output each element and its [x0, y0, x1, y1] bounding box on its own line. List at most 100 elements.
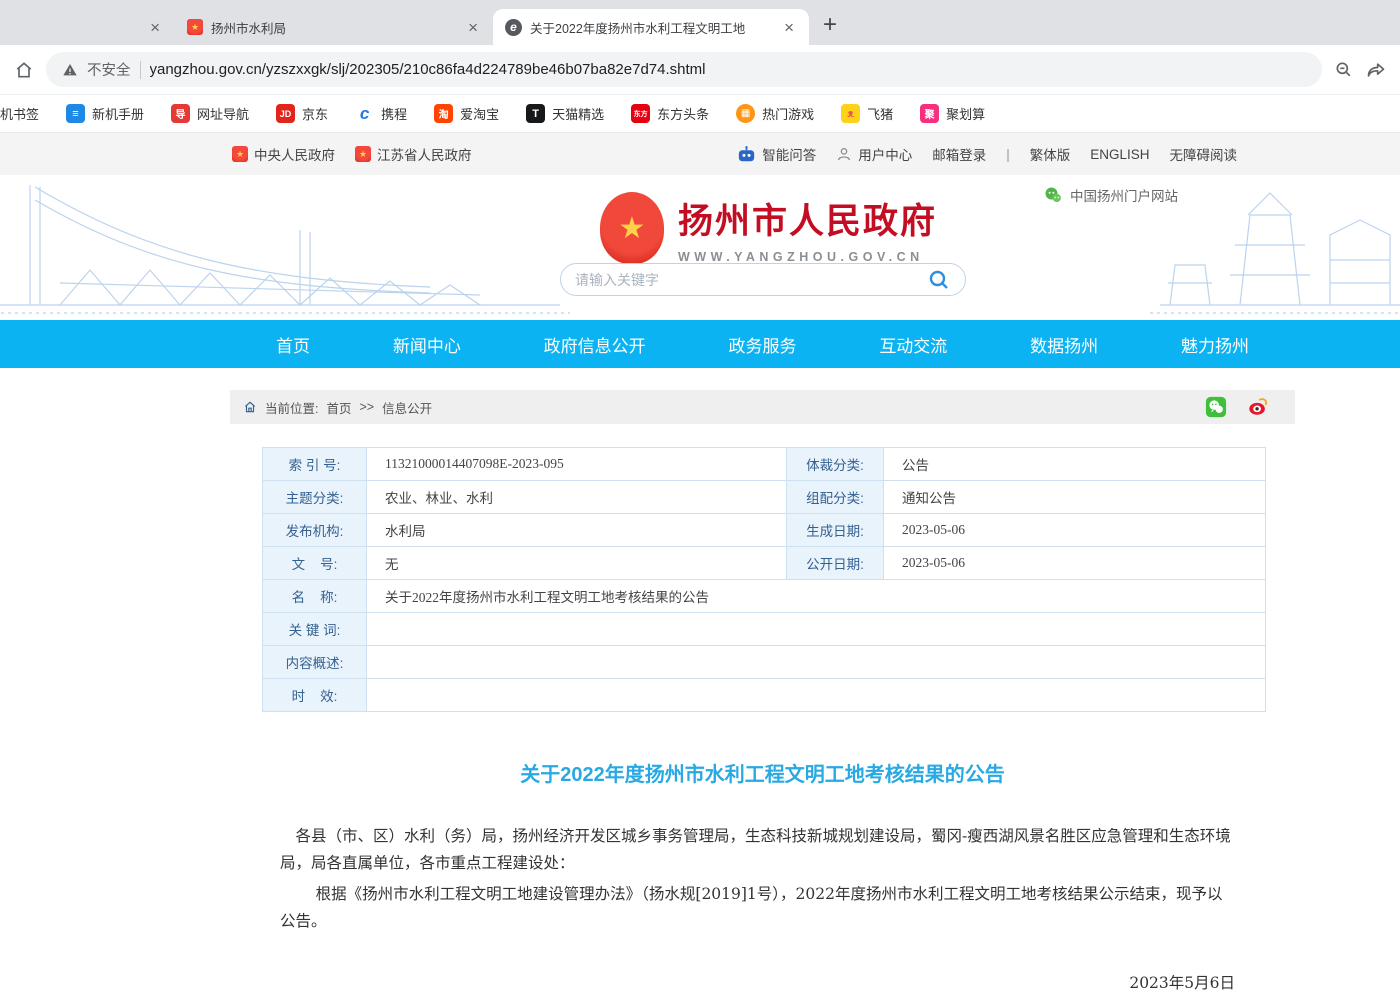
content-container: 当前位置: 首页 >> 信息公开 索 引 号: 1132100001440709…: [230, 390, 1295, 997]
bookmark-label: 网址导航: [197, 104, 249, 123]
bookmark-jd[interactable]: JD 京东: [276, 104, 328, 123]
meta-label: 名 称:: [263, 580, 367, 613]
nav-home[interactable]: 首页: [276, 332, 310, 357]
smart-qa-link[interactable]: 智能问答: [737, 144, 816, 164]
tab-strip: × ★ 扬州市水利局 × e 关于2022年度扬州市水利工程文明工地 × +: [0, 0, 1400, 45]
search-icon[interactable]: [927, 268, 951, 292]
weibo-share-icon[interactable]: [1247, 396, 1269, 418]
warning-icon[interactable]: [62, 62, 78, 78]
table-row: 文 号: 无 公开日期: 2023-05-06: [263, 547, 1266, 580]
bookmark-hot-games[interactable]: ▦ 热门游戏: [736, 104, 814, 123]
bookmark-tmall[interactable]: T 天猫精选: [526, 104, 604, 123]
bookmark-fliggy[interactable]: ᴥ 飞猪: [841, 104, 893, 123]
url-text[interactable]: yangzhou.gov.cn/yzszxxgk/slj/202305/210c…: [150, 61, 706, 78]
nav-charm-yangzhou[interactable]: 魅力扬州: [1181, 332, 1249, 357]
table-row: 索 引 号: 11321000014407098E-2023-095 体裁分类:…: [263, 448, 1266, 481]
navigation-icon: 导: [171, 104, 190, 123]
link-central-government[interactable]: ★ 中央人民政府: [232, 144, 335, 164]
tab-announcement-active[interactable]: e 关于2022年度扬州市水利工程文明工地 ×: [493, 9, 809, 45]
english-link[interactable]: ENGLISH: [1090, 147, 1149, 162]
gov-emblem-favicon: ★: [187, 19, 203, 35]
nav-gov-services[interactable]: 政务服务: [728, 332, 796, 357]
document-meta-table: 索 引 号: 11321000014407098E-2023-095 体裁分类:…: [262, 447, 1266, 712]
share-icon[interactable]: [1366, 60, 1386, 80]
portal-label: 中国扬州门户网站: [1070, 185, 1178, 205]
meta-label: 生成日期:: [787, 514, 884, 547]
robot-icon: [737, 146, 756, 163]
gov-link-label: 智能问答: [762, 144, 816, 164]
table-row: 主题分类: 农业、林业、水利 组配分类: 通知公告: [263, 481, 1266, 514]
close-icon[interactable]: ×: [781, 19, 797, 36]
table-row: 发布机构: 水利局 生成日期: 2023-05-06: [263, 514, 1266, 547]
article-title: 关于2022年度扬州市水利工程文明工地考核结果的公告: [230, 758, 1295, 787]
meta-value: 2023-05-06: [884, 514, 1266, 547]
home-icon[interactable]: [14, 60, 34, 80]
nav-gov-info-disclosure[interactable]: 政府信息公开: [544, 332, 646, 357]
bookmark-new-device-manual[interactable]: ≡ 新机手册: [66, 104, 144, 123]
bookmark-label: 机书签: [0, 104, 39, 123]
meta-value: 11321000014407098E-2023-095: [367, 448, 787, 481]
bookmark-label: 爱淘宝: [460, 104, 499, 123]
site-url-caption: WWW.YANGZHOU.GOV.CN: [678, 250, 937, 264]
nav-data-yangzhou[interactable]: 数据扬州: [1030, 332, 1098, 357]
table-row: 关 键 词:: [263, 613, 1266, 646]
bookmark-site-navigation[interactable]: 导 网址导航: [171, 104, 249, 123]
bookmark-aitaobao[interactable]: 淘 爱淘宝: [434, 104, 499, 123]
breadcrumb: 当前位置: 首页 >> 信息公开: [230, 390, 1295, 424]
tab-yangzhou-water-bureau[interactable]: ★ 扬州市水利局 ×: [175, 9, 493, 45]
breadcrumb-home-icon: [243, 400, 257, 414]
manual-icon: ≡: [66, 104, 85, 123]
game-icon: ▦: [736, 104, 755, 123]
portal-tag[interactable]: 中国扬州门户网站: [1044, 185, 1178, 205]
accessibility-link[interactable]: 无障碍阅读: [1170, 144, 1238, 164]
breadcrumb-current[interactable]: 信息公开: [382, 398, 432, 417]
site-logo[interactable]: ★ 扬州市人民政府 WWW.YANGZHOU.GOV.CN: [600, 192, 937, 264]
zoom-out-icon[interactable]: [1334, 60, 1354, 80]
bookmark-label: 聚划算: [946, 104, 985, 123]
tab-partial[interactable]: ×: [0, 9, 175, 45]
meta-value: [367, 646, 1266, 679]
article-paragraph: 根据《扬州市水利工程文明工地建设管理办法》（扬水规[2019]1号），2022年…: [280, 881, 1235, 935]
mail-login-link[interactable]: 邮箱登录: [932, 144, 986, 164]
fliggy-pig-icon: ᴥ: [841, 104, 860, 123]
traditional-chinese-link[interactable]: 繁体版: [1030, 144, 1071, 164]
nav-interaction[interactable]: 互动交流: [879, 332, 947, 357]
link-jiangsu-government[interactable]: ★ 江苏省人民政府: [355, 144, 472, 164]
juhuasuan-icon: 聚: [920, 104, 939, 123]
meta-label: 发布机构:: [263, 514, 367, 547]
bookmark-juhuasuan[interactable]: 聚 聚划算: [920, 104, 985, 123]
taobao-icon: 淘: [434, 104, 453, 123]
eastday-icon: 东方: [631, 104, 650, 123]
url-bar[interactable]: 不安全 yangzhou.gov.cn/yzszxxgk/slj/202305/…: [46, 52, 1322, 87]
browser-toolbar: 不安全 yangzhou.gov.cn/yzszxxgk/slj/202305/…: [0, 45, 1400, 95]
meta-label: 索 引 号:: [263, 448, 367, 481]
bookmark-eastday[interactable]: 东方 东方头条: [631, 104, 709, 123]
meta-value: 通知公告: [884, 481, 1266, 514]
security-label: 不安全: [87, 59, 131, 80]
user-center-link[interactable]: 用户中心: [836, 144, 912, 164]
meta-label: 公开日期:: [787, 547, 884, 580]
search-input[interactable]: [575, 272, 927, 288]
close-icon[interactable]: ×: [147, 19, 163, 36]
table-row: 时 效:: [263, 679, 1266, 712]
gov-link-label: 中央人民政府: [254, 144, 335, 164]
table-row: 内容概述:: [263, 646, 1266, 679]
tab-title: 关于2022年度扬州市水利工程文明工地: [530, 18, 773, 37]
breadcrumb-home-link[interactable]: 首页: [326, 398, 351, 417]
close-icon[interactable]: ×: [465, 19, 481, 36]
bookmark-mobile-bookmarks[interactable]: 机书签: [0, 104, 39, 123]
meta-value: 无: [367, 547, 787, 580]
site-name: 扬州市人民政府: [678, 193, 937, 244]
gov-emblem-icon: ★: [232, 146, 248, 162]
bookmark-ctrip[interactable]: c 携程: [355, 104, 407, 123]
nav-news-center[interactable]: 新闻中心: [393, 332, 461, 357]
meta-value: [367, 679, 1266, 712]
meta-label: 文 号:: [263, 547, 367, 580]
wechat-share-icon[interactable]: [1205, 396, 1227, 418]
breadcrumb-separator: >>: [360, 400, 375, 414]
article-date: 2023年5月6日: [280, 970, 1235, 997]
national-emblem-icon: ★: [600, 192, 664, 264]
new-tab-button[interactable]: +: [823, 11, 837, 39]
breadcrumb-label: 当前位置:: [265, 398, 318, 417]
bookmark-label: 京东: [302, 104, 328, 123]
